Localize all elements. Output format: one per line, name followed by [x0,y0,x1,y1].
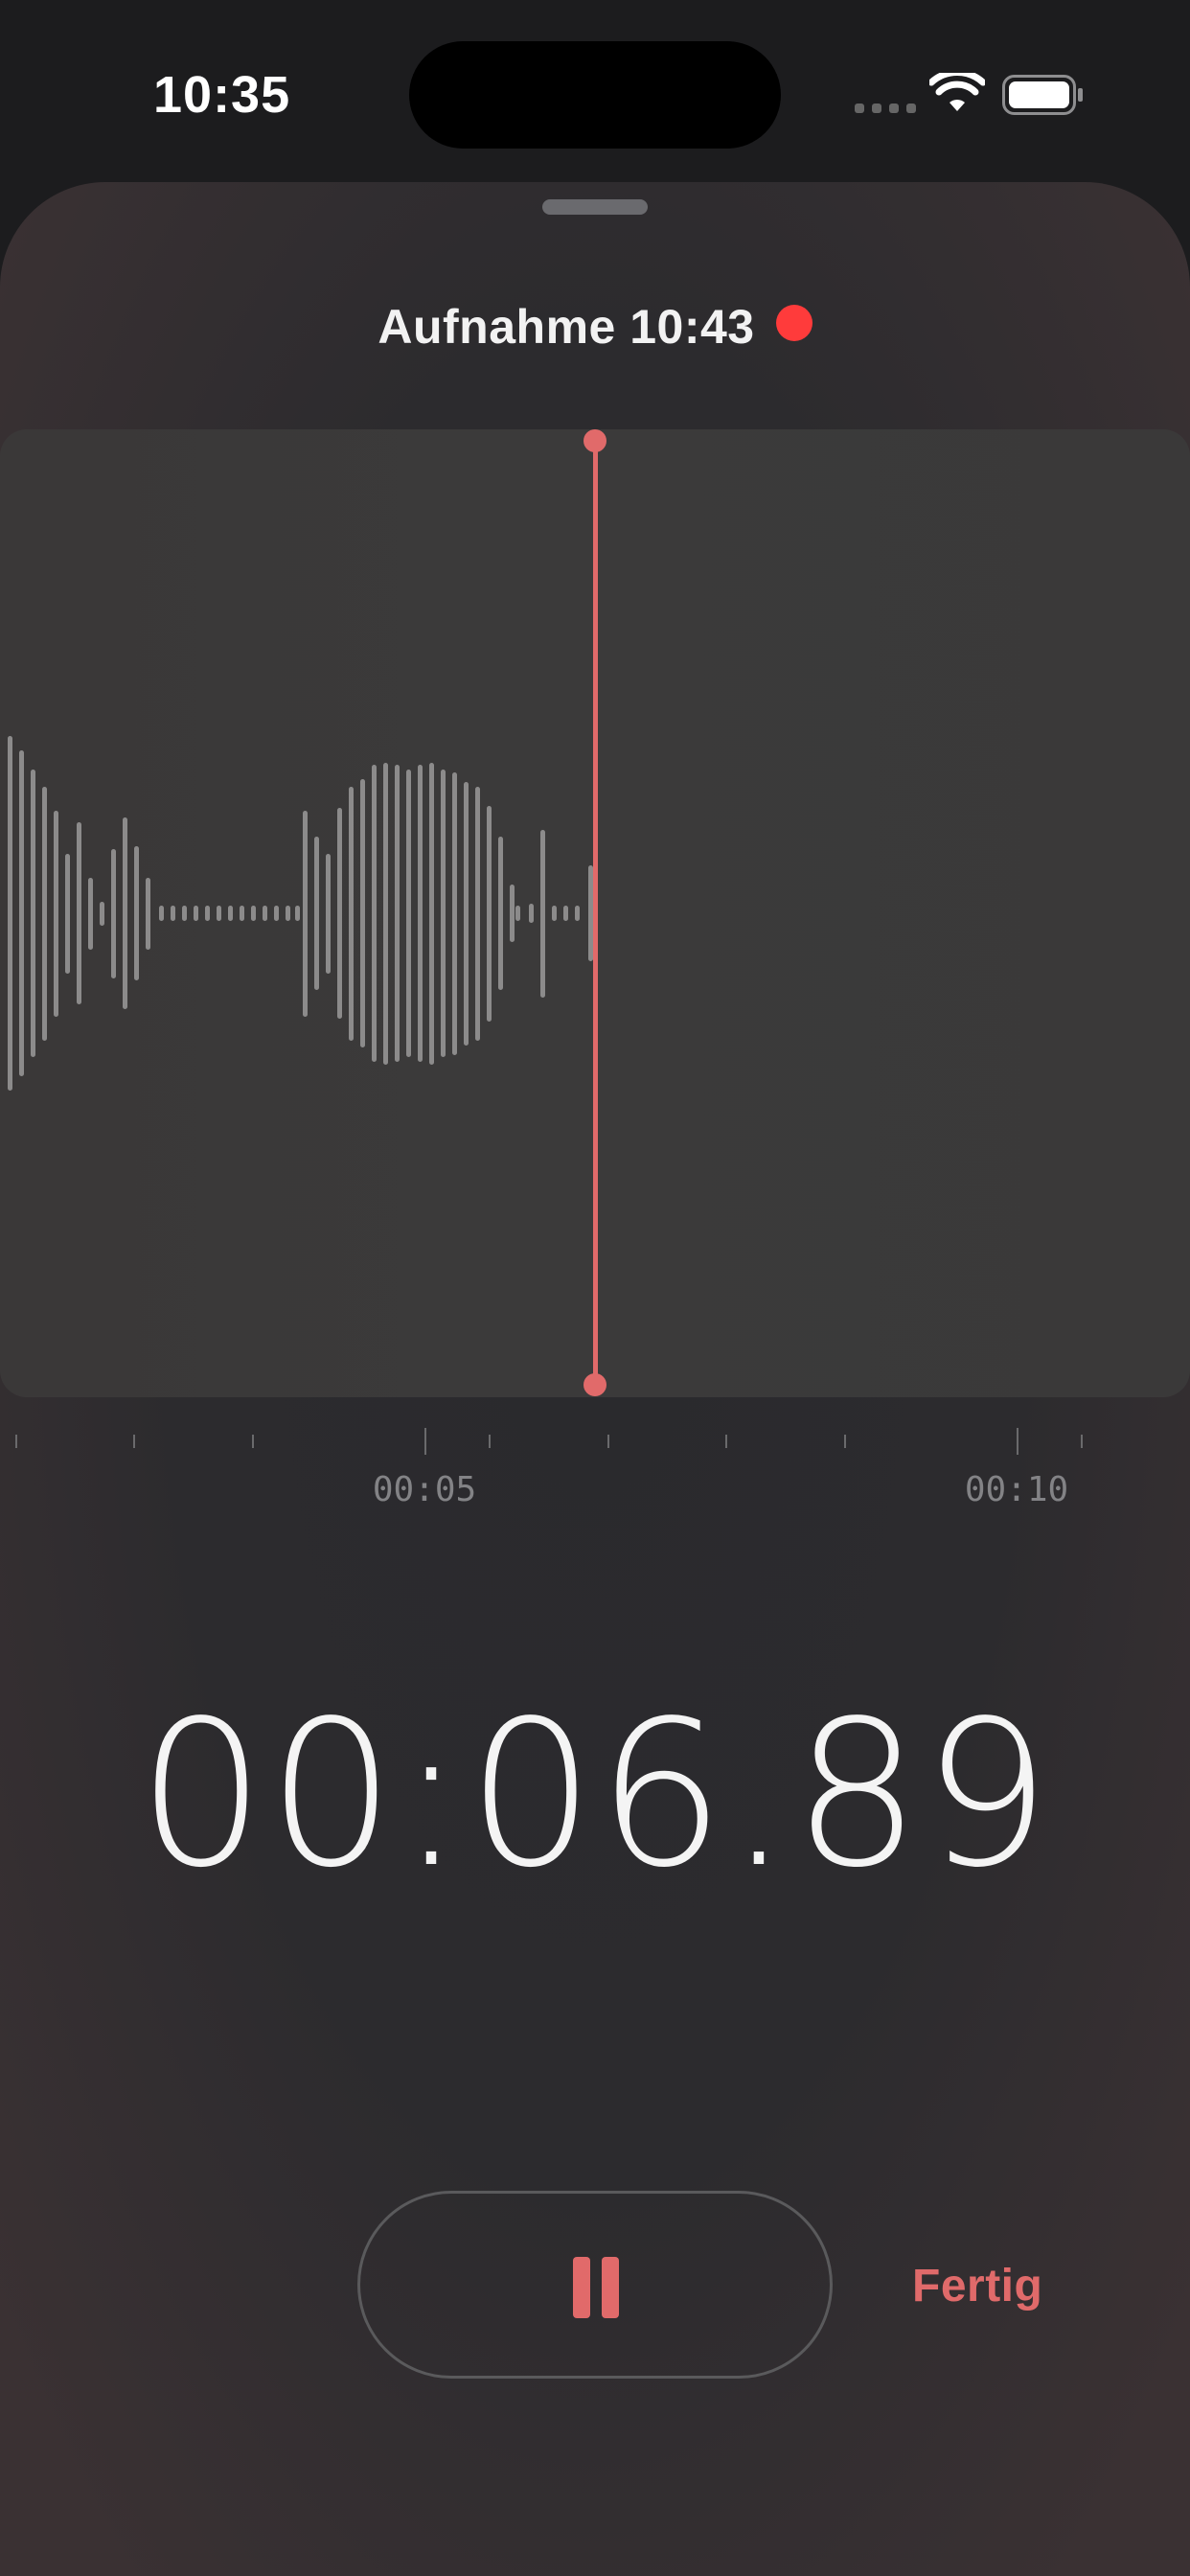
recording-title: Aufnahme 10:43 [378,300,755,354]
waveform-bar [326,853,331,974]
waveform-bar [274,906,279,921]
waveform-bar [418,765,423,1062]
waveform-panel[interactable] [0,429,1190,1397]
timeline-label-5s: 00:05 [372,1470,477,1509]
sheet-grabber[interactable] [542,199,648,215]
waveform-bar [111,848,116,978]
waveform-bar [295,906,300,921]
waveform-bar [194,906,198,921]
waveform-bar [515,906,520,921]
elapsed-time: 00:06.89 [137,1677,1053,1912]
battery-full-icon [1002,75,1083,115]
waveform-bar [286,906,290,921]
timeline-tick [1017,1428,1018,1455]
waveform-bar [263,906,267,921]
timeline-ruler: 00:05 00:10 [0,1428,1190,1533]
waveform-bar [240,906,244,921]
pause-button[interactable] [357,2191,833,2379]
timeline-tick [424,1428,426,1455]
waveform-bar [65,853,70,974]
waveform-bar [217,906,221,921]
waveform-bar [42,786,47,1041]
playhead[interactable] [593,441,598,1385]
waveform-bar [8,736,12,1091]
waveform-bar [552,906,557,921]
waveform-bar [395,765,400,1062]
dynamic-island [409,41,781,149]
waveform-bar [171,906,175,921]
waveform-bar [429,762,434,1065]
recording-sheet: Aufnahme 10:43 00:05 00:10 00:06.89 Fert… [0,182,1190,2576]
done-button[interactable]: Fertig [912,2260,1042,2312]
waveform-bar [19,750,24,1076]
timeline-tick [15,1435,17,1448]
waveform-bar [441,770,446,1057]
waveform-bar [540,829,545,998]
recording-title-row: Aufnahme 10:43 [0,299,1190,355]
timeline-tick [844,1435,846,1448]
waveform-bar [475,786,480,1041]
waveform-bar [529,904,534,923]
waveform-bar [88,877,93,950]
waveform-bar [182,906,187,921]
waveform-bar [251,906,256,921]
waveform-bar [123,817,127,1009]
waveform-bar [134,846,139,980]
playhead-bottom-handle[interactable] [584,1373,606,1396]
waveform-bar [77,822,81,1004]
cellular-signal-icon [855,104,916,113]
waveform-bar [487,805,492,1022]
waveform-bar [31,770,35,1057]
pause-icon [573,2257,590,2318]
waveform-bar [452,771,457,1055]
waveform-bar [406,770,411,1057]
status-bar: 10:35 [0,0,1190,182]
timeline-tick [133,1435,135,1448]
playhead-top-handle[interactable] [584,429,606,452]
pause-icon [602,2257,619,2318]
waveform-bar [314,837,319,990]
recording-indicator-icon [775,305,812,341]
waveform-bar [146,877,150,950]
waveform-bar [159,906,164,921]
waveform-bar [372,765,377,1062]
waveform-bar [383,762,388,1065]
wifi-icon [929,73,985,111]
waveform-bar [303,810,308,1017]
waveform-bar [575,906,580,921]
waveform-bar [205,906,210,921]
timeline-tick [607,1435,609,1448]
waveform-bar [54,810,58,1017]
timeline-tick [725,1435,727,1448]
status-time: 10:35 [153,66,291,124]
waveform-bar [100,901,104,926]
waveform-bar [563,906,568,921]
waveform-bar [228,906,233,921]
timeline-tick [1081,1435,1083,1448]
timeline-tick [489,1435,491,1448]
timeline-label-10s: 00:10 [964,1470,1069,1509]
waveform-bar [360,779,365,1047]
waveform-bar [464,781,469,1046]
waveform-bar [498,837,503,990]
waveform-bar [337,808,342,1019]
waveform-bar [510,885,515,942]
timeline-tick [252,1435,254,1448]
waveform-bar [349,786,354,1041]
